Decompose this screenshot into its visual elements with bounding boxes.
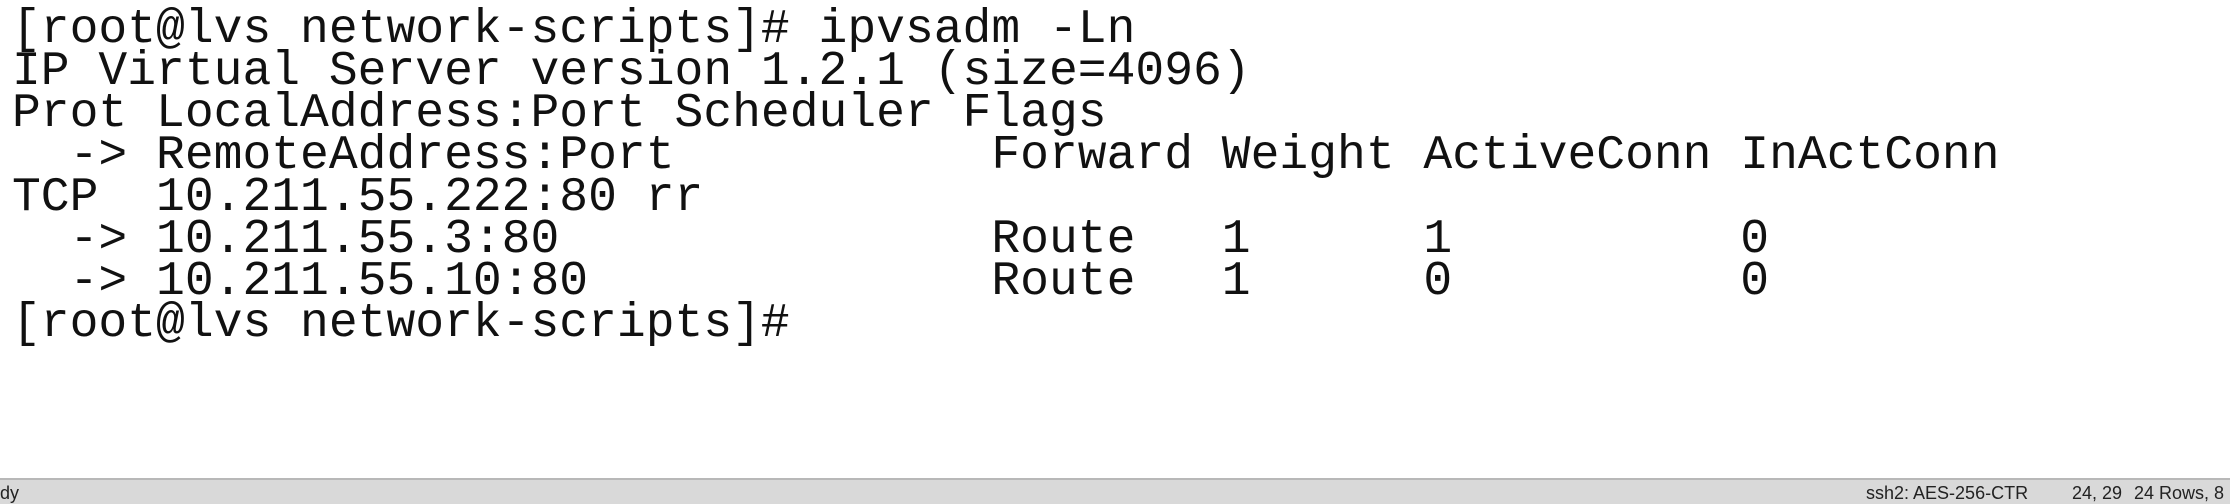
- status-cipher: ssh2: AES-256-CTR: [1866, 483, 2029, 503]
- terminal-window[interactable]: [root@lvs network-scripts]# ipvsadm -Ln …: [0, 0, 2230, 478]
- status-left-text: dy: [0, 483, 20, 503]
- prompt-line: [root@lvs network-scripts]#: [12, 297, 790, 351]
- status-terminal-size: 24 Rows, 8: [2134, 483, 2225, 503]
- status-cursor-position: 24, 29: [2072, 483, 2123, 503]
- status-bar: dy ssh2: AES-256-CTR 24, 29 24 Rows, 8: [0, 478, 2230, 504]
